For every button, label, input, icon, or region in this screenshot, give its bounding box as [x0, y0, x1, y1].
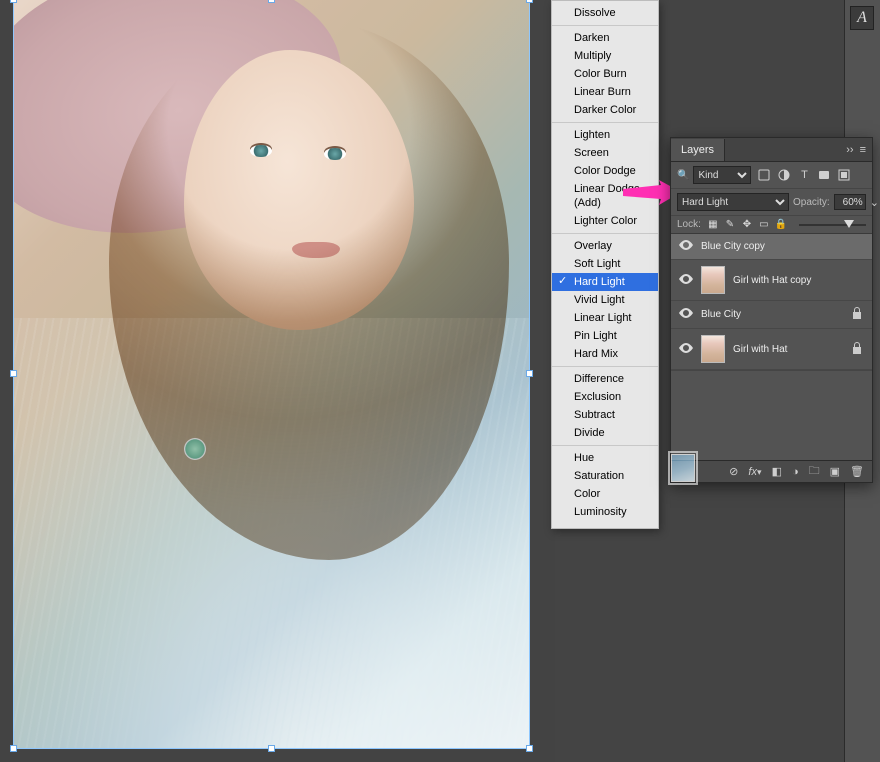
blend-mode-option[interactable]: Darker Color	[552, 101, 658, 119]
type-tool-label: A	[857, 9, 867, 27]
blend-mode-option[interactable]: Linear Dodge (Add)	[552, 180, 658, 212]
visibility-toggle-icon[interactable]	[679, 240, 693, 253]
delete-layer-icon[interactable]: 🗑	[850, 465, 864, 478]
blend-mode-option[interactable]: Difference	[552, 370, 658, 388]
blend-mode-option[interactable]: Linear Light	[552, 309, 658, 327]
lock-icon	[852, 307, 864, 322]
layer-thumbnail[interactable]	[701, 335, 725, 363]
layers-panel[interactable]: Layers ›› ≡ 🔍 Kind T Hard Light Opacity:…	[670, 137, 873, 483]
blend-opacity-row: Hard Light Opacity: ⌄	[671, 189, 872, 216]
document-artboard[interactable]	[14, 0, 529, 748]
layer-blend-mode-select[interactable]: Hard Light	[677, 193, 789, 211]
opacity-label: Opacity:	[793, 197, 830, 208]
layers-tab[interactable]: Layers	[671, 139, 725, 161]
canvas-area[interactable]	[0, 0, 555, 762]
blend-mode-option[interactable]: Color Dodge	[552, 162, 658, 180]
layer-row[interactable]: Blue City copy	[671, 234, 872, 260]
lock-icon	[852, 342, 864, 357]
blend-mode-option[interactable]: Dissolve	[552, 4, 658, 22]
filter-adjust-icon[interactable]	[777, 168, 791, 182]
lock-transparent-icon[interactable]: ▦	[707, 219, 719, 230]
panel-menu-icon[interactable]: ≡	[860, 144, 866, 156]
fill-slider[interactable]	[799, 220, 866, 230]
group-icon[interactable]: 🗀	[809, 462, 820, 481]
layer-row[interactable]: Girl with Hat	[671, 329, 872, 370]
visibility-toggle-icon[interactable]	[679, 343, 693, 356]
filter-shape-icon[interactable]	[817, 168, 831, 182]
blend-mode-option[interactable]: Hard Mix	[552, 345, 658, 363]
filter-smart-icon[interactable]	[837, 168, 851, 182]
lock-label: Lock:	[677, 219, 701, 230]
blend-mode-option[interactable]: Lighter Color	[552, 212, 658, 230]
layer-name[interactable]: Girl with Hat	[733, 344, 844, 355]
blend-mode-option[interactable]: Color	[552, 485, 658, 503]
lock-all-icon[interactable]: 🔒	[775, 219, 787, 230]
filter-pixel-icon[interactable]	[757, 168, 771, 182]
layer-thumbnail[interactable]	[701, 266, 725, 294]
blend-mode-option[interactable]: Darken	[552, 29, 658, 47]
blend-mode-option[interactable]: Linear Burn	[552, 83, 658, 101]
filter-type-icon[interactable]: T	[797, 168, 811, 182]
layer-thumbnail[interactable]	[671, 454, 695, 482]
blend-mode-option[interactable]: Divide	[552, 424, 658, 442]
visibility-toggle-icon[interactable]	[679, 274, 693, 287]
layer-name[interactable]: Blue City	[701, 309, 844, 320]
layer-row[interactable]: Girl with Hat copy	[671, 260, 872, 301]
layer-list: Blue City copy Girl with Hat copy Blue Cit…	[671, 234, 872, 370]
layer-row[interactable]: Blue City	[671, 301, 872, 329]
fx-icon[interactable]: fx▾	[748, 466, 761, 478]
blend-mode-option[interactable]: Pin Light	[552, 327, 658, 345]
blend-mode-option[interactable]: Luminosity	[552, 503, 658, 521]
type-tool-icon[interactable]: A	[850, 6, 874, 30]
lock-position-icon[interactable]: ✥	[741, 219, 753, 230]
panel-collapse-icon[interactable]: ››	[846, 144, 853, 156]
new-layer-icon[interactable]: ▣	[830, 465, 840, 478]
visibility-toggle-icon[interactable]	[679, 308, 693, 321]
blend-mode-option[interactable]: Overlay	[552, 237, 658, 255]
blend-mode-option[interactable]: Exclusion	[552, 388, 658, 406]
blend-mode-option[interactable]: Soft Light	[552, 255, 658, 273]
layer-filter-row: 🔍 Kind T	[671, 162, 872, 189]
blend-mode-option[interactable]: Subtract	[552, 406, 658, 424]
blend-mode-option[interactable]: Color Burn	[552, 65, 658, 83]
blend-mode-dropdown[interactable]: Dissolve DarkenMultiplyColor BurnLinear B…	[551, 0, 659, 529]
link-layers-icon[interactable]: ⊘	[729, 465, 738, 478]
adjustment-layer-icon[interactable]: ◑	[792, 466, 799, 478]
blend-mode-option[interactable]: Screen	[552, 144, 658, 162]
lock-pixels-icon[interactable]: ✎	[724, 219, 736, 230]
opacity-dropdown-chevron-icon[interactable]: ⌄	[870, 196, 879, 209]
layer-name[interactable]: Girl with Hat copy	[733, 275, 844, 286]
ring	[184, 438, 206, 460]
blend-mode-option[interactable]: Vivid Light	[552, 291, 658, 309]
panel-tabbar: Layers ›› ≡	[671, 138, 872, 162]
lock-fill-row: Lock: ▦ ✎ ✥ ▭ 🔒	[671, 216, 872, 234]
blend-mode-option[interactable]: Saturation	[552, 467, 658, 485]
mask-icon[interactable]: ◧	[772, 465, 782, 478]
lock-artboard-icon[interactable]: ▭	[758, 219, 770, 230]
filter-kind-select[interactable]: Kind	[693, 166, 751, 184]
blend-mode-option[interactable]: Hue	[552, 449, 658, 467]
panel-empty-space	[671, 370, 872, 460]
blend-mode-option[interactable]: Lighten	[552, 126, 658, 144]
layer-name[interactable]: Blue City copy	[701, 241, 844, 252]
blend-mode-option[interactable]: Multiply	[552, 47, 658, 65]
blend-mode-option[interactable]: Hard Light	[552, 273, 658, 291]
layers-panel-footer: ⊘ fx▾ ◧ ◑ 🗀 ▣ 🗑	[671, 460, 872, 482]
opacity-value-input[interactable]	[834, 194, 866, 210]
